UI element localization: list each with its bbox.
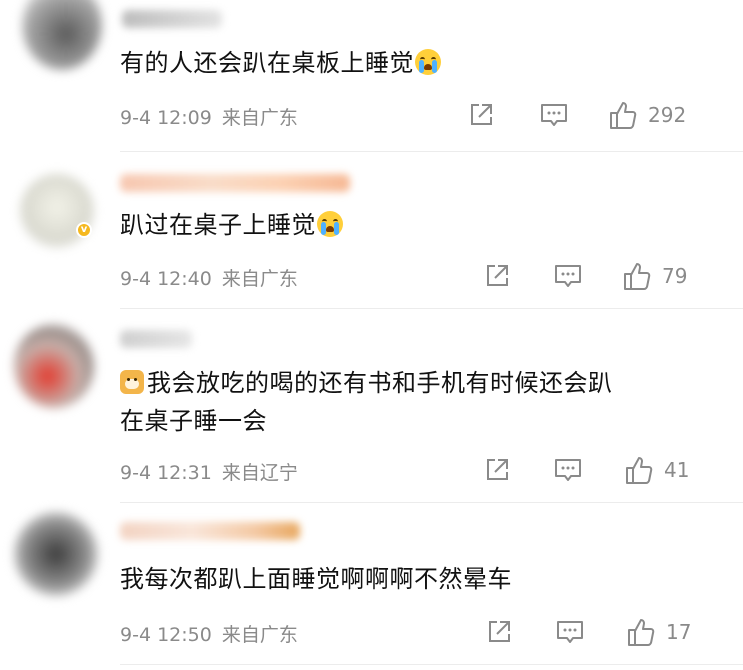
comment-location: 来自广东 [221, 624, 298, 646]
comment-text: 我每次都趴上面睡觉啊啊啊不然晕车 [120, 560, 680, 598]
comment-item: v 趴过在桌子上睡觉 9-4 12:40 来自广东 79 [0, 160, 743, 316]
comment-text-content: 趴过在桌子上睡觉 [120, 211, 316, 239]
comment-item: 我每次都趴上面睡觉啊啊啊不然晕车 9-4 12:50 来自广东 17 [0, 506, 743, 670]
share-icon [487, 265, 508, 286]
comment-location: 来自广东 [221, 107, 298, 129]
avatar[interactable] [14, 324, 94, 408]
comment-icon [557, 621, 583, 643]
thumbs-up-icon [628, 619, 655, 646]
thumbs-up-icon [626, 457, 653, 484]
comment-meta: 9-4 12:50 来自广东 [120, 620, 298, 647]
like-count: 41 [664, 458, 690, 482]
share-icon [489, 621, 510, 642]
comment-button[interactable] [556, 619, 584, 645]
comment-date: 9-4 12:50 [120, 624, 212, 646]
comment-icon [555, 459, 581, 481]
avatar[interactable] [14, 512, 98, 596]
like-button[interactable]: 41 [624, 455, 689, 485]
like-count: 17 [666, 620, 692, 644]
comment-text-line1: 我会放吃的喝的还有书和手机有时候还会趴 [147, 369, 613, 397]
dog-face-icon [120, 370, 144, 394]
comment-button[interactable] [554, 457, 582, 483]
comment-date: 9-4 12:40 [120, 268, 212, 290]
thumbs-up-icon [624, 263, 651, 290]
comment-location: 来自广东 [221, 268, 298, 290]
comment-meta: 9-4 12:09 来自广东 [120, 103, 298, 130]
divider [120, 502, 743, 503]
comment-text-content: 我每次都趴上面睡觉啊啊啊不然晕车 [120, 565, 512, 593]
comment-icon [555, 265, 581, 287]
comment-icon [541, 104, 567, 126]
comment-date: 9-4 12:31 [120, 462, 212, 484]
share-icon [487, 459, 508, 480]
like-count: 292 [648, 103, 687, 127]
comment-text: 我会放吃的喝的还有书和手机有时候还会趴 在桌子睡一会 [120, 364, 680, 440]
comment-text-content: 有的人还会趴在桌板上睡觉 [120, 49, 414, 77]
comment-item: 我会放吃的喝的还有书和手机有时候还会趴 在桌子睡一会 9-4 12:31 来自辽宁… [0, 316, 743, 506]
divider [120, 151, 743, 152]
share-button[interactable] [486, 619, 512, 645]
comment-text-line2: 在桌子睡一会 [120, 407, 267, 435]
share-button[interactable] [484, 457, 510, 483]
like-button[interactable]: 79 [622, 261, 687, 291]
verified-badge-icon: v [76, 222, 92, 238]
divider [120, 664, 743, 665]
share-button[interactable] [484, 263, 510, 289]
comment-text: 有的人还会趴在桌板上睡觉 [120, 44, 680, 82]
comment-item: 有的人还会趴在桌板上睡觉 9-4 12:09 来自广东 292 [0, 0, 743, 160]
like-count: 79 [662, 264, 688, 288]
username[interactable] [120, 330, 192, 348]
comment-button[interactable] [540, 102, 568, 128]
comment-meta: 9-4 12:40 来自广东 [120, 264, 298, 291]
comment-date: 9-4 12:09 [120, 107, 212, 129]
username[interactable] [122, 10, 222, 28]
comment-text: 趴过在桌子上睡觉 [120, 206, 680, 244]
crying-face-icon [415, 49, 441, 75]
share-button[interactable] [468, 102, 494, 128]
comment-button[interactable] [554, 263, 582, 289]
like-button[interactable]: 292 [608, 100, 686, 130]
comment-meta: 9-4 12:31 来自辽宁 [120, 458, 298, 485]
divider [120, 308, 743, 309]
username[interactable] [120, 522, 300, 540]
username[interactable] [120, 174, 350, 192]
thumbs-up-icon [610, 102, 637, 129]
share-icon [471, 104, 492, 125]
like-button[interactable]: 17 [626, 617, 691, 647]
comment-location: 来自辽宁 [221, 462, 298, 484]
crying-face-icon [317, 211, 343, 237]
avatar[interactable] [22, 0, 102, 70]
